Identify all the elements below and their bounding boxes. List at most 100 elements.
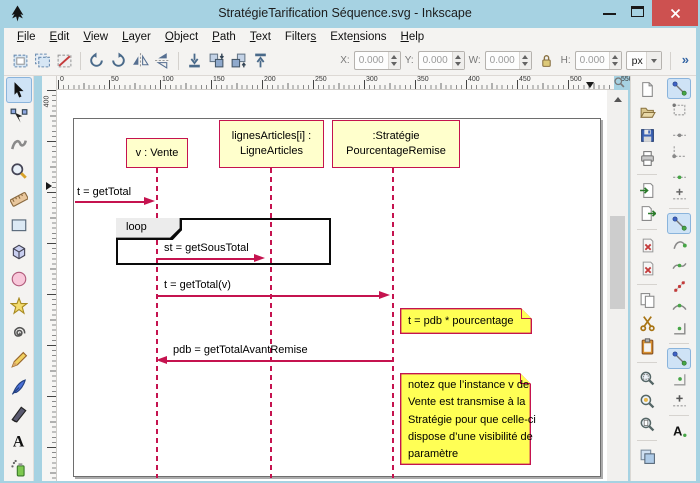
toolbar-overflow-button[interactable]: » <box>679 52 690 69</box>
snap-cusp-nodes-button[interactable] <box>667 276 691 297</box>
star-tool-button[interactable] <box>6 293 32 319</box>
menu-extensions[interactable]: Extensions <box>323 30 393 44</box>
calligraphy-tool-button[interactable] <box>6 401 32 427</box>
text-tool-button[interactable]: A <box>6 428 32 454</box>
snap-bbox-corners-icon <box>671 143 688 160</box>
snap-centers-button[interactable] <box>667 183 691 204</box>
zoom-drawing-button[interactable] <box>635 390 659 413</box>
lifeline-box-vente[interactable]: v : Vente <box>126 138 188 168</box>
snap-bbox-corners-button[interactable] <box>667 141 691 162</box>
zoom-page-button[interactable] <box>635 413 659 436</box>
menu-help[interactable]: Help <box>394 30 432 44</box>
menu-view[interactable]: View <box>76 30 115 44</box>
snap-others-button[interactable] <box>667 348 691 369</box>
snap-text-baseline-button[interactable]: A <box>667 420 691 441</box>
new-doc-button[interactable] <box>635 78 659 101</box>
snap-rotation-centers-button[interactable] <box>667 390 691 411</box>
rotate-cw-button[interactable] <box>108 49 129 73</box>
scrollbar-thumb[interactable] <box>610 216 625 309</box>
horizontal-ruler[interactable]: 050100150200250300350400450500550 <box>57 76 614 90</box>
lifeline-strategie[interactable] <box>392 168 394 478</box>
menu-layer[interactable]: Layer <box>115 30 158 44</box>
duplicate-button[interactable] <box>635 445 659 468</box>
measure-tool-button[interactable] <box>6 185 32 211</box>
h-field[interactable]: 0.000 <box>575 51 622 70</box>
snap-path-button[interactable] <box>667 234 691 255</box>
pen-tool-button[interactable] <box>6 374 32 400</box>
flip-horizontal-button[interactable] <box>130 49 151 73</box>
menu-path[interactable]: Path <box>205 30 243 44</box>
deselect-button[interactable] <box>54 49 75 73</box>
tweak-tool-button[interactable] <box>6 131 32 157</box>
import-button[interactable] <box>635 179 659 202</box>
maximize-button[interactable] <box>626 0 650 26</box>
node-tool-button[interactable] <box>6 104 32 130</box>
zoom-tool-button[interactable] <box>6 158 32 184</box>
pencil-tool-button[interactable] <box>6 347 32 373</box>
rotate-ccw-button[interactable] <box>86 49 107 73</box>
snap-path-icon <box>671 236 688 253</box>
minimize-button[interactable] <box>598 0 622 26</box>
cut-button[interactable] <box>635 312 659 335</box>
y-field[interactable]: 0.000 <box>418 51 465 70</box>
spiral-tool-icon <box>10 324 28 342</box>
spray-tool-button[interactable] <box>6 455 32 481</box>
scroll-up-button[interactable] <box>610 93 625 105</box>
menu-text[interactable]: Text <box>243 30 278 44</box>
snap-edge-midpoints-button[interactable] <box>667 162 691 183</box>
note-visibilite[interactable]: notez que l’instance v de Vente est tran… <box>400 373 531 465</box>
selector-tool-button[interactable] <box>6 77 32 103</box>
lock-ratio-button[interactable] <box>536 49 557 73</box>
copy-button[interactable] <box>635 289 659 312</box>
raise-button[interactable] <box>228 49 249 73</box>
w-field[interactable]: 0.000 <box>485 51 532 70</box>
close-button[interactable] <box>652 0 698 26</box>
lifeline-box-strategie[interactable]: :Stratégie PourcentageRemise <box>332 120 460 168</box>
arrowhead-right-icon <box>379 291 390 299</box>
undo-button[interactable] <box>635 234 659 257</box>
box3d-tool-button[interactable] <box>6 239 32 265</box>
snap-smooth-nodes-button[interactable] <box>667 297 691 318</box>
zoom-selection-button[interactable] <box>635 367 659 390</box>
ruler-label: 400 <box>468 76 480 83</box>
print-button[interactable] <box>635 147 659 170</box>
vertical-scrollbar[interactable] <box>607 90 628 481</box>
snap-path-intersections-button[interactable] <box>667 255 691 276</box>
note-pourcentage[interactable]: t = pdb * pourcentage <box>400 308 532 334</box>
menu-file[interactable]: File <box>10 30 43 44</box>
canvas[interactable]: v : Vente lignesArticles[i] : LigneArtic… <box>57 90 607 481</box>
snap-bbox-button[interactable] <box>667 99 691 120</box>
flip-vertical-button[interactable] <box>152 49 173 73</box>
quickzoom-icon[interactable] <box>613 76 629 90</box>
select-all-button[interactable] <box>10 49 31 73</box>
ruler-label: 500 <box>570 76 582 83</box>
menu-object[interactable]: Object <box>158 30 205 44</box>
lifeline-box-lignearticles[interactable]: lignesArticles[i] : LigneArticles <box>219 120 324 168</box>
open-button[interactable] <box>635 101 659 124</box>
unit-select[interactable]: px <box>626 51 662 70</box>
paste-button[interactable] <box>635 335 659 358</box>
arrow-up-icon <box>614 97 622 102</box>
save-button[interactable] <box>635 124 659 147</box>
snap-midpoints-button[interactable] <box>667 318 691 339</box>
snap-object-centers-button[interactable] <box>667 369 691 390</box>
spiral-tool-button[interactable] <box>6 320 32 346</box>
redo-button[interactable] <box>635 257 659 280</box>
lifeline-lignearticles[interactable] <box>270 168 272 478</box>
raise-top-button[interactable] <box>250 49 271 73</box>
ellipse-tool-button[interactable] <box>6 266 32 292</box>
snap-bbox-edges-button[interactable] <box>667 120 691 141</box>
menu-filters[interactable]: Filters <box>278 30 323 44</box>
menu-bar: FileEditViewLayerObjectPathTextFiltersEx… <box>4 28 696 46</box>
lower-bottom-button[interactable] <box>184 49 205 73</box>
lower-button[interactable] <box>206 49 227 73</box>
snap-nodes-button[interactable] <box>667 213 691 234</box>
rect-tool-button[interactable] <box>6 212 32 238</box>
select-all-layers-button[interactable] <box>32 49 53 73</box>
export-button[interactable] <box>635 202 659 225</box>
menu-edit[interactable]: Edit <box>43 30 77 44</box>
x-field[interactable]: 0.000 <box>354 51 401 70</box>
snap-master-button[interactable] <box>667 78 691 99</box>
lifeline-vente[interactable] <box>156 168 158 478</box>
vertical-ruler[interactable]: 400 <box>42 76 57 481</box>
